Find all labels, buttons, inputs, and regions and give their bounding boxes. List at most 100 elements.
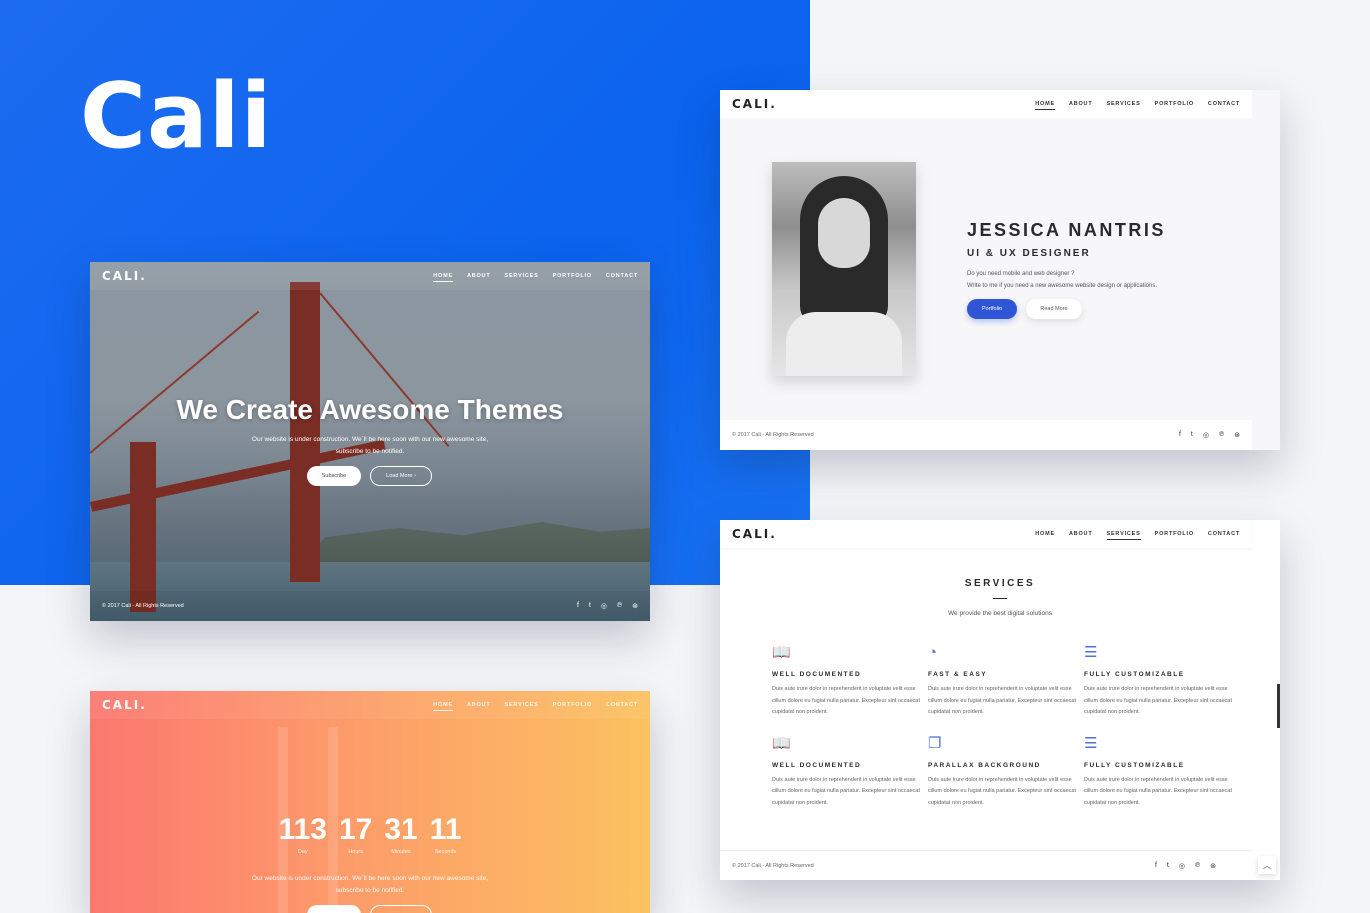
profile-name: JESSICA NANTRIS xyxy=(967,220,1166,240)
nav-link-about[interactable]: ABOUT xyxy=(467,702,491,708)
nav-link-portfolio[interactable]: PORTFOLIO xyxy=(553,273,592,279)
counter-value: 11 xyxy=(429,813,462,846)
countdown-subtitle: Our website is under construction. We`ll… xyxy=(230,873,510,897)
copyright: © 2017 Cali - All Rights Reserved xyxy=(732,862,814,869)
nav-logo[interactable]: CALI. xyxy=(102,269,147,283)
subscribe-button[interactable] xyxy=(307,905,361,913)
hero-screenshot: CALI. HOME ABOUT SERVICES PORTFOLIO CONT… xyxy=(90,262,650,621)
nav-link-about[interactable]: ABOUT xyxy=(1069,531,1093,537)
brand-title: Cali xyxy=(80,64,273,169)
nav-link-contact[interactable]: CONTACT xyxy=(606,273,638,279)
back-to-top-button[interactable]: ︿ xyxy=(1258,856,1276,874)
twitter-icon[interactable]: t xyxy=(589,602,591,610)
nav-link-portfolio[interactable]: PORTFOLIO xyxy=(1155,531,1194,537)
service-card: ☰ FULLY CUSTOMIZABLE Duis aute irure dol… xyxy=(1084,644,1240,719)
read-more-button[interactable]: Read More xyxy=(1026,299,1082,319)
nav-link-contact[interactable]: CONTACT xyxy=(606,702,638,708)
bridge-tower-left xyxy=(290,282,320,582)
services-screenshot: CALI. HOME ABOUT SERVICES PORTFOLIO CONT… xyxy=(720,520,1280,880)
hero-subtitle-line: subscribe to be notified. xyxy=(335,448,405,455)
nav-links: HOME ABOUT SERVICES PORTFOLIO CONTACT xyxy=(1035,101,1240,110)
service-card: 📖 WELL DOCUMENTED Duis aute irure dolor … xyxy=(772,644,928,719)
load-more-button[interactable] xyxy=(370,905,432,913)
subscribe-button[interactable]: Subscribe xyxy=(307,466,361,486)
hero-subtitle: Our website is under construction. We`ll… xyxy=(230,434,510,458)
instagram-icon[interactable]: ◎ xyxy=(1179,862,1185,870)
nav-link-home[interactable]: HOME xyxy=(433,273,453,282)
counter-label: Hours xyxy=(348,849,363,855)
profile-role: UI & UX DESIGNER xyxy=(967,248,1091,259)
book-icon: 📖 xyxy=(772,644,791,661)
facebook-icon[interactable]: f xyxy=(1155,862,1157,870)
profile-screenshot: CALI. HOME ABOUT SERVICES PORTFOLIO CONT… xyxy=(720,90,1280,450)
dribbble-icon[interactable]: ⊛ xyxy=(632,602,638,610)
service-title: FULLY CUSTOMIZABLE xyxy=(1084,671,1185,678)
hero-title: We Create Awesome Themes xyxy=(176,394,564,425)
pinterest-icon[interactable]: ℗ xyxy=(1195,862,1200,870)
nav-link-home[interactable]: HOME xyxy=(1035,531,1055,537)
load-more-button[interactable]: Load More › xyxy=(370,466,432,486)
nav-link-services[interactable]: SERVICES xyxy=(1106,531,1141,540)
nav-link-services[interactable]: SERVICES xyxy=(505,273,539,279)
service-card: 📖 WELL DOCUMENTED Duis aute irure dolor … xyxy=(772,735,928,810)
nav-link-contact[interactable]: CONTACT xyxy=(1208,531,1240,537)
speedometer-icon: ◔ xyxy=(928,644,938,661)
services-grid: 📖 WELL DOCUMENTED Duis aute irure dolor … xyxy=(772,644,1240,809)
service-title: FULLY CUSTOMIZABLE xyxy=(1084,761,1185,769)
nav-logo[interactable]: CALI. xyxy=(102,698,147,712)
dribbble-icon[interactable]: ⊛ xyxy=(1210,862,1216,870)
instagram-icon[interactable]: ◎ xyxy=(1203,431,1209,439)
counter-label: Minutes xyxy=(391,849,411,855)
portfolio-button[interactable]: Portfolio xyxy=(967,299,1017,319)
counter-hours: 17 Hours xyxy=(338,813,373,856)
counter-minutes: 31 Minutes xyxy=(384,813,418,856)
counter-value: 17 xyxy=(338,813,373,846)
twitter-icon[interactable]: t xyxy=(1167,862,1169,870)
scrollbar[interactable] xyxy=(1277,684,1280,728)
service-card: ☰ FULLY CUSTOMIZABLE Duis aute irure dol… xyxy=(1084,735,1240,810)
twitter-icon[interactable]: t xyxy=(1191,431,1193,439)
countdown-subtitle-line: subscribe to be notified. xyxy=(335,887,405,894)
dribbble-icon[interactable]: ⊛ xyxy=(1234,431,1240,439)
profile-description: Do you need mobile and web designer ? Wr… xyxy=(967,268,1157,292)
service-text: Duis aute irure dolor in reprehenderit i… xyxy=(928,686,1076,715)
profile-footer: © 2017 Cali - All Rights Reserved f t ◎ … xyxy=(720,420,1252,450)
social-links: f t ◎ ℗ ⊛ xyxy=(1155,862,1216,870)
instagram-icon[interactable]: ◎ xyxy=(601,602,607,610)
counter-label: Seconds xyxy=(434,849,457,855)
facebook-icon[interactable]: f xyxy=(1179,431,1181,439)
nav-link-portfolio[interactable]: PORTFOLIO xyxy=(553,702,592,708)
hero-subtitle-line: Our website is under construction. We`ll… xyxy=(251,436,489,443)
facebook-icon[interactable]: f xyxy=(577,602,579,610)
nav-link-home[interactable]: HOME xyxy=(433,702,453,711)
sliders-icon: ☰ xyxy=(1084,734,1098,752)
counter-value: 31 xyxy=(384,813,418,846)
section-divider xyxy=(993,598,1007,599)
counter-seconds: 11 Seconds xyxy=(429,813,462,856)
nav-link-services[interactable]: SERVICES xyxy=(1107,101,1141,107)
nav-link-about[interactable]: ABOUT xyxy=(467,273,491,279)
pinterest-icon[interactable]: ℗ xyxy=(617,602,622,610)
service-title: WELL DOCUMENTED xyxy=(772,761,862,769)
service-title: WELL DOCUMENTED xyxy=(772,671,862,678)
countdown-timer: 113 Day 17 Hours 31 Minutes 11 Seconds xyxy=(90,813,650,856)
services-footer: © 2017 Cali - All Rights Reserved f t ◎ … xyxy=(720,850,1252,880)
nav-link-services[interactable]: SERVICES xyxy=(505,702,539,708)
nav-link-about[interactable]: ABOUT xyxy=(1069,101,1093,107)
service-title: PARALLAX BACKGROUND xyxy=(928,761,1041,769)
nav-link-portfolio[interactable]: PORTFOLIO xyxy=(1155,101,1194,107)
nav-link-contact[interactable]: CONTACT xyxy=(1208,101,1240,107)
nav-link-home[interactable]: HOME xyxy=(1035,101,1055,110)
service-card: ◔ FAST & EASY Duis aute irure dolor in r… xyxy=(928,644,1084,719)
copyright: © 2017 Cali - All Rights Reserved xyxy=(732,432,814,438)
book-icon: 📖 xyxy=(772,734,791,752)
profile-description-line: Do you need mobile and web designer ? xyxy=(967,271,1075,277)
pinterest-icon[interactable]: ℗ xyxy=(1219,431,1224,439)
nav-links: HOME ABOUT SERVICES PORTFOLIO CONTACT xyxy=(433,702,638,711)
nav-logo[interactable]: CALI. xyxy=(732,97,777,111)
nav-logo[interactable]: CALI. xyxy=(732,527,777,541)
counter-label: Day xyxy=(297,849,308,855)
hero-nav: CALI. HOME ABOUT SERVICES PORTFOLIO CONT… xyxy=(90,262,650,290)
service-title: FAST & EASY xyxy=(928,671,988,678)
profile-photo xyxy=(772,162,916,376)
